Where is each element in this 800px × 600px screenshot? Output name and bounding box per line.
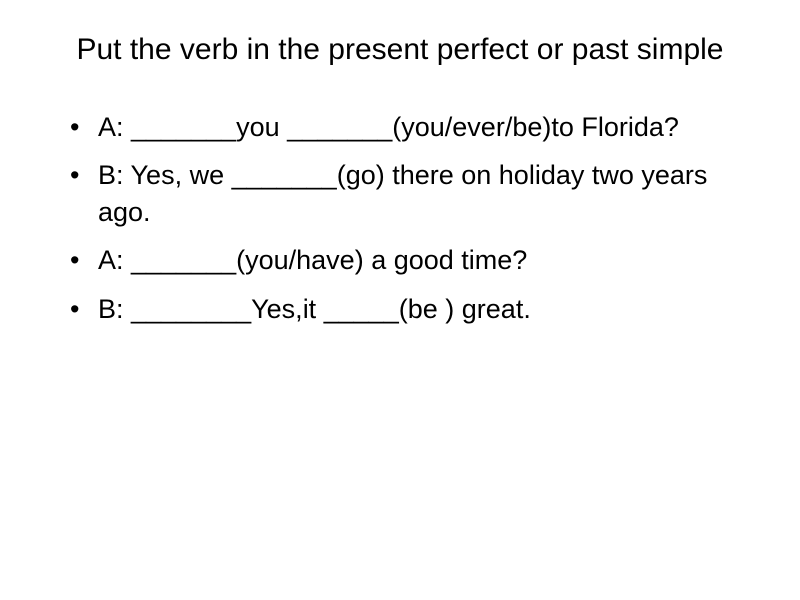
exercise-list: A: _______you _______(you/ever/be)to Flo…: [50, 109, 750, 327]
list-item: A: _______(you/have) a good time?: [70, 242, 750, 278]
slide-title: Put the verb in the present perfect or p…: [50, 30, 750, 69]
list-item: B: ________Yes,it _____(be ) great.: [70, 291, 750, 327]
list-item: A: _______you _______(you/ever/be)to Flo…: [70, 109, 750, 145]
list-item: B: Yes, we _______(go) there on holiday …: [70, 157, 750, 230]
